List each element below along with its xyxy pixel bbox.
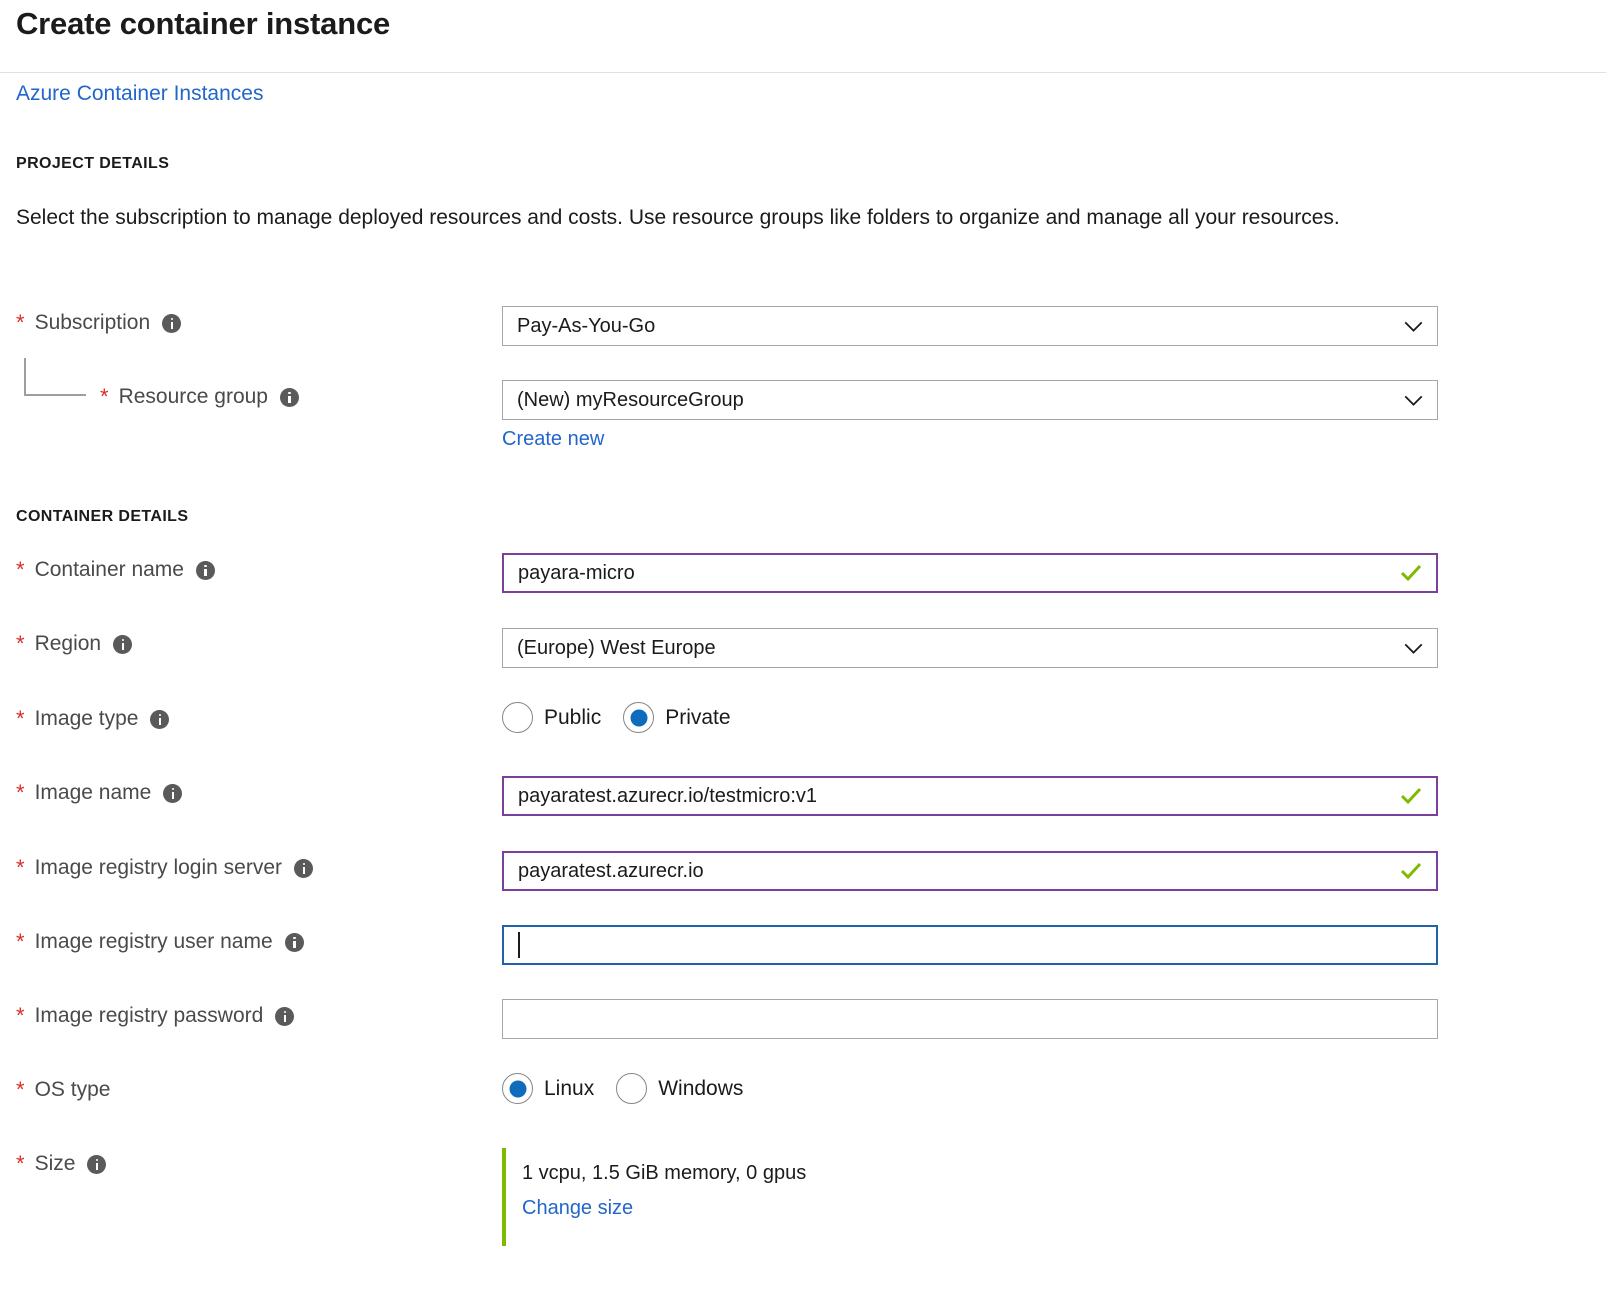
required-marker: * [16, 312, 25, 334]
label-region: * Region [16, 632, 132, 656]
label-size: * Size [16, 1152, 106, 1176]
chevron-down-icon [1404, 643, 1423, 654]
create-new-resource-group-link[interactable]: Create new [502, 428, 604, 451]
info-icon[interactable] [162, 314, 181, 333]
info-icon[interactable] [196, 561, 215, 580]
required-marker: * [16, 782, 25, 804]
label-text: OS type [35, 1078, 111, 1102]
radio-private[interactable] [623, 702, 654, 733]
check-icon [1400, 862, 1422, 880]
label-text: Resource group [119, 385, 268, 409]
label-resource-group: * Resource group [100, 385, 299, 409]
radio-option-public[interactable]: Public [502, 702, 601, 733]
label-text: Image type [35, 707, 139, 731]
text-cursor [518, 932, 520, 958]
info-icon[interactable] [275, 1007, 294, 1026]
radio-label-windows: Windows [658, 1077, 743, 1101]
radio-option-linux[interactable]: Linux [502, 1073, 594, 1104]
project-details-description: Select the subscription to manage deploy… [16, 200, 1436, 235]
required-marker: * [16, 1153, 25, 1175]
breadcrumb-link-azure-container-instances[interactable]: Azure Container Instances [16, 82, 263, 106]
info-icon[interactable] [163, 784, 182, 803]
info-icon[interactable] [113, 635, 132, 654]
image-type-radio-group: Public Private [502, 702, 731, 733]
label-text: Image registry user name [35, 930, 273, 954]
region-dropdown[interactable]: (Europe) West Europe [502, 628, 1438, 668]
container-name-input[interactable]: payara-micro [502, 553, 1438, 593]
label-text: Subscription [35, 311, 151, 335]
radio-linux[interactable] [502, 1073, 533, 1104]
required-marker: * [16, 1079, 25, 1101]
radio-label-private: Private [665, 706, 730, 730]
header-divider [0, 72, 1606, 73]
required-marker: * [16, 857, 25, 879]
label-os-type: * OS type [16, 1078, 110, 1102]
label-text: Image registry password [35, 1004, 264, 1028]
tree-connector [24, 358, 86, 396]
label-image-type: * Image type [16, 707, 169, 731]
chevron-down-icon [1404, 395, 1423, 406]
label-subscription: * Subscription [16, 311, 181, 335]
size-summary-text: 1 vcpu, 1.5 GiB memory, 0 gpus [522, 1162, 806, 1185]
image-registry-login-server-value: payaratest.azurecr.io [518, 860, 1392, 883]
page-title: Create container instance [16, 6, 390, 42]
info-icon[interactable] [150, 710, 169, 729]
section-heading-project-details: PROJECT DETAILS [16, 155, 169, 173]
image-registry-login-server-input[interactable]: payaratest.azurecr.io [502, 851, 1438, 891]
chevron-down-icon [1404, 321, 1423, 332]
required-marker: * [16, 931, 25, 953]
label-image-registry-password: * Image registry password [16, 1004, 294, 1028]
radio-option-private[interactable]: Private [623, 702, 730, 733]
os-type-radio-group: Linux Windows [502, 1073, 743, 1104]
radio-label-linux: Linux [544, 1077, 594, 1101]
label-image-registry-user-name: * Image registry user name [16, 930, 304, 954]
size-summary-block: 1 vcpu, 1.5 GiB memory, 0 gpus Change si… [502, 1148, 806, 1246]
info-icon[interactable] [87, 1155, 106, 1174]
required-marker: * [16, 1005, 25, 1027]
required-marker: * [16, 708, 25, 730]
label-container-name: * Container name [16, 558, 215, 582]
container-name-value: payara-micro [518, 562, 1392, 585]
label-text: Image registry login server [35, 856, 282, 880]
required-marker: * [16, 559, 25, 581]
section-heading-container-details: CONTAINER DETAILS [16, 508, 188, 526]
image-name-value: payaratest.azurecr.io/testmicro:v1 [518, 785, 1392, 808]
info-icon[interactable] [294, 859, 313, 878]
label-text: Region [35, 632, 102, 656]
image-name-input[interactable]: payaratest.azurecr.io/testmicro:v1 [502, 776, 1438, 816]
label-image-registry-login-server: * Image registry login server [16, 856, 313, 880]
image-registry-user-name-input[interactable] [502, 925, 1438, 965]
radio-windows[interactable] [616, 1073, 647, 1104]
subscription-dropdown[interactable]: Pay-As-You-Go [502, 306, 1438, 346]
check-icon [1400, 564, 1422, 582]
label-text: Container name [35, 558, 184, 582]
label-text: Image name [35, 781, 152, 805]
required-marker: * [100, 386, 109, 408]
image-registry-password-input[interactable] [502, 999, 1438, 1039]
radio-public[interactable] [502, 702, 533, 733]
resource-group-dropdown[interactable]: (New) myResourceGroup [502, 380, 1438, 420]
info-icon[interactable] [280, 388, 299, 407]
info-icon[interactable] [285, 933, 304, 952]
check-icon [1400, 787, 1422, 805]
label-text: Size [35, 1152, 76, 1176]
region-value: (Europe) West Europe [517, 637, 1396, 660]
resource-group-value: (New) myResourceGroup [517, 389, 1396, 412]
subscription-value: Pay-As-You-Go [517, 315, 1396, 338]
change-size-link[interactable]: Change size [522, 1197, 633, 1220]
required-marker: * [16, 633, 25, 655]
radio-label-public: Public [544, 706, 601, 730]
radio-option-windows[interactable]: Windows [616, 1073, 743, 1104]
label-image-name: * Image name [16, 781, 182, 805]
